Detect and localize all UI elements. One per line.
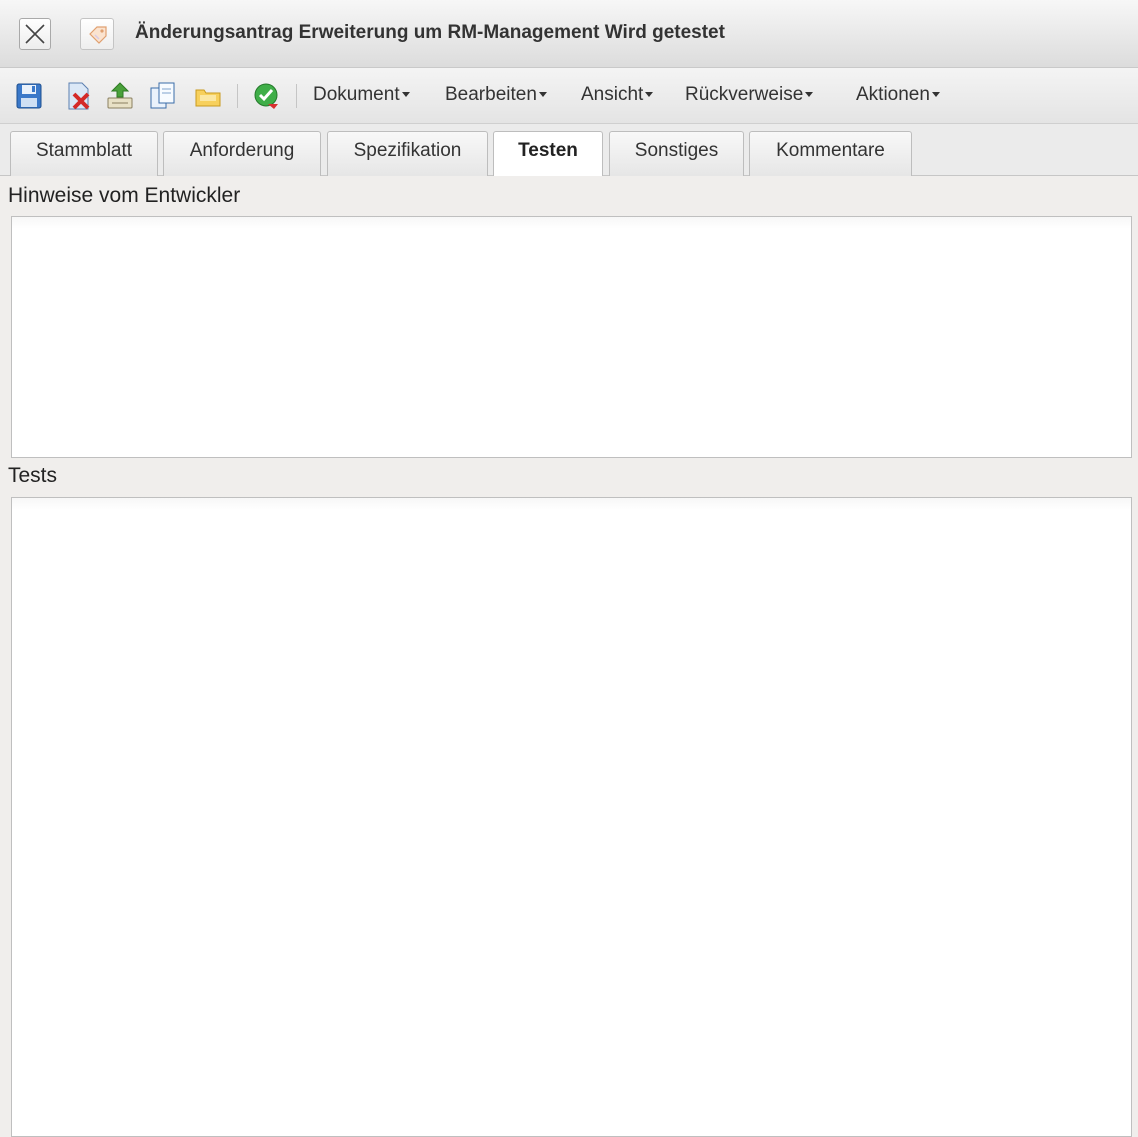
tab-kommentare[interactable]: Kommentare <box>749 131 912 176</box>
tab-content-testen: Hinweise vom Entwickler Tests <box>0 176 1138 1137</box>
approve-check-icon[interactable] <box>250 80 282 112</box>
tab-stammblatt[interactable]: Stammblatt <box>10 131 158 176</box>
menu-ansicht[interactable]: Ansicht <box>581 84 654 106</box>
tab-strip: Stammblatt Anforderung Spezifikation Tes… <box>0 124 1138 177</box>
tests-label: Tests <box>8 464 58 487</box>
chevron-down-icon <box>538 92 547 98</box>
folder-icon[interactable] <box>192 80 224 112</box>
tag-icon <box>89 26 107 44</box>
menu-dokument[interactable]: Dokument <box>313 84 410 106</box>
chevron-down-icon <box>805 92 814 98</box>
copy-icon[interactable] <box>147 80 179 112</box>
menu-bearbeiten[interactable]: Bearbeiten <box>445 84 547 106</box>
save-icon[interactable] <box>13 80 45 112</box>
menu-rueckverweise[interactable]: Rückverweise <box>685 84 814 106</box>
toolbar-separator <box>296 84 297 108</box>
tab-spezifikation[interactable]: Spezifikation <box>327 131 488 176</box>
chevron-down-icon <box>401 92 410 98</box>
toolbar-separator <box>237 84 238 108</box>
window-title: Änderungsantrag Erweiterung um RM-Manage… <box>135 22 725 43</box>
toolbar: Dokument Bearbeiten Ansicht Rückverweise… <box>0 68 1138 124</box>
close-button[interactable] <box>19 18 51 50</box>
developer-notes-field[interactable] <box>11 216 1132 458</box>
tests-field[interactable] <box>11 497 1132 1137</box>
menu-aktionen[interactable]: Aktionen <box>856 84 940 106</box>
developer-notes-label: Hinweise vom Entwickler <box>8 184 241 207</box>
close-icon <box>25 24 45 44</box>
tab-testen[interactable]: Testen <box>493 131 603 177</box>
upload-icon[interactable] <box>104 80 136 112</box>
delete-document-icon[interactable] <box>62 80 94 112</box>
tag-button[interactable] <box>80 18 114 50</box>
chevron-down-icon <box>645 92 654 98</box>
tab-anforderung[interactable]: Anforderung <box>163 131 321 176</box>
tab-sonstiges[interactable]: Sonstiges <box>609 131 744 176</box>
chevron-down-icon <box>931 92 940 98</box>
document-window: Änderungsantrag Erweiterung um RM-Manage… <box>0 0 1138 1137</box>
title-bar: Änderungsantrag Erweiterung um RM-Manage… <box>0 0 1138 68</box>
